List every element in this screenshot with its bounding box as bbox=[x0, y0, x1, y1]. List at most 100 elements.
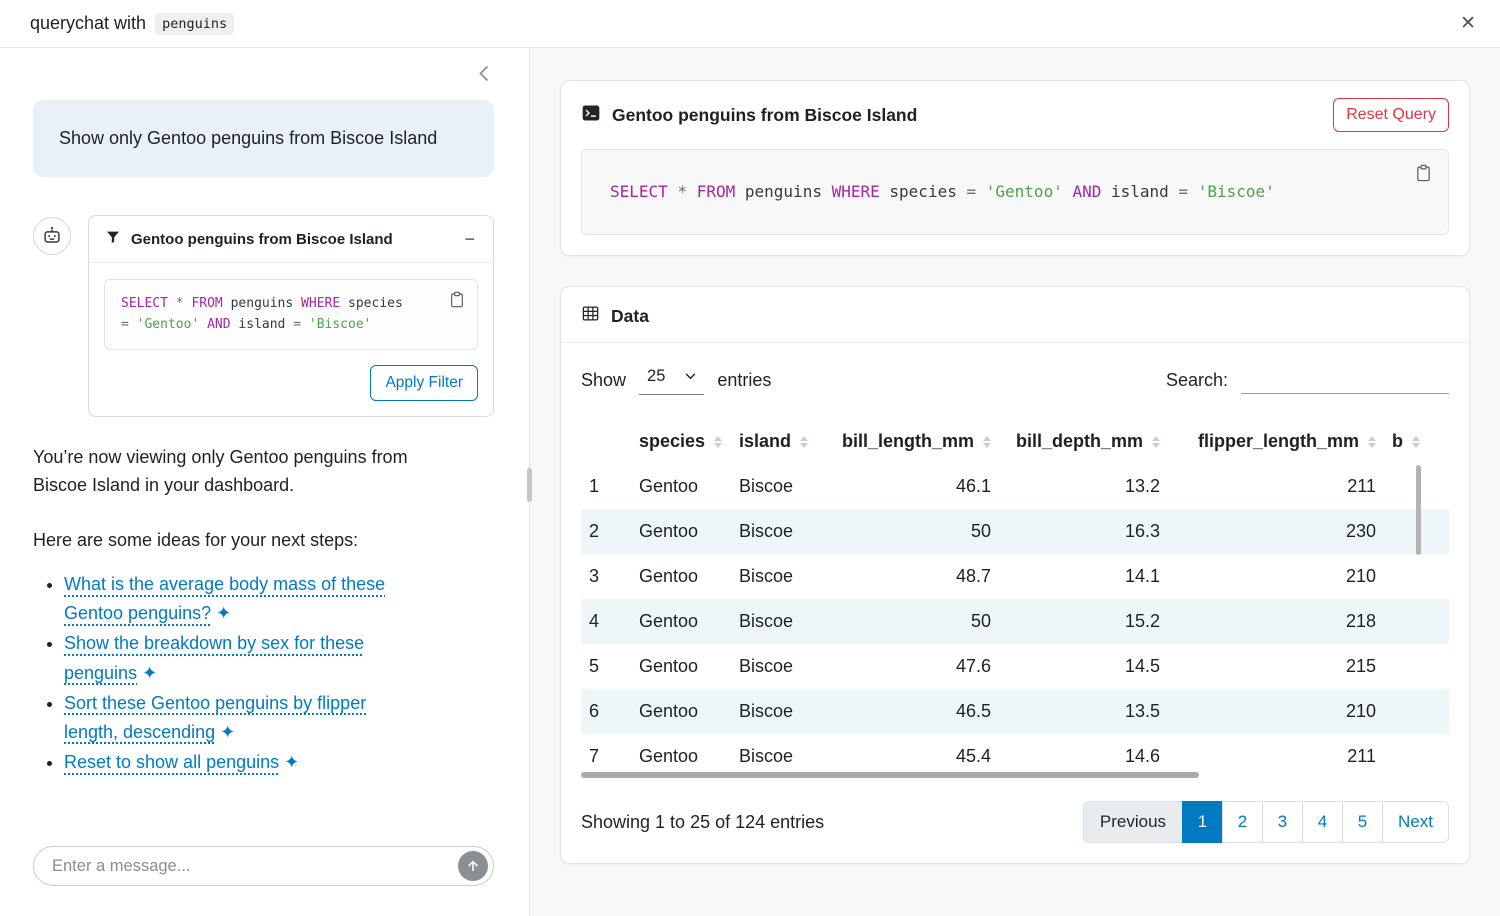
table-row[interactable]: 4GentooBiscoe5015.2218 bbox=[581, 599, 1449, 644]
pagination-next[interactable]: Next bbox=[1382, 801, 1449, 843]
reset-query-button[interactable]: Reset Query bbox=[1333, 98, 1449, 132]
table-cell: 4 bbox=[581, 599, 631, 644]
column-header-flipper_length_mm[interactable]: flipper_length_mm bbox=[1168, 419, 1384, 464]
show-label: Show bbox=[581, 370, 626, 391]
page-length-select[interactable]: 25 bbox=[639, 365, 704, 395]
table-cell: 210 bbox=[1168, 689, 1384, 734]
send-button[interactable] bbox=[458, 851, 488, 881]
filter-icon bbox=[105, 229, 121, 250]
table-row[interactable]: 1GentooBiscoe46.113.2211 bbox=[581, 464, 1449, 509]
filter-sql-block: SELECT * FROM penguins WHERE species = '… bbox=[104, 279, 478, 351]
column-header-species[interactable]: species bbox=[631, 419, 731, 464]
suggestion-link[interactable]: Reset to show all penguins bbox=[64, 752, 279, 772]
column-header-bill_length_mm[interactable]: bill_length_mm bbox=[827, 419, 999, 464]
table-row[interactable]: 3GentooBiscoe48.714.1210 bbox=[581, 554, 1449, 599]
table-cell: Biscoe bbox=[731, 554, 827, 599]
table-cell: Biscoe bbox=[731, 644, 827, 689]
table-cell: 6 bbox=[581, 689, 631, 734]
sparkle-icon: ✦ bbox=[211, 603, 231, 623]
column-header-island[interactable]: island bbox=[731, 419, 827, 464]
table-cell: 215 bbox=[1168, 644, 1384, 689]
sort-icon bbox=[1412, 436, 1420, 448]
dashboard-main: Gentoo penguins from Biscoe Island Reset… bbox=[530, 48, 1500, 916]
query-card-header: Gentoo penguins from Biscoe Island Reset… bbox=[581, 98, 1449, 132]
table-cell: Gentoo bbox=[631, 599, 731, 644]
horizontal-scrollbar[interactable] bbox=[581, 772, 1199, 778]
suggestion-item: Sort these Gentoo penguins by flipper le… bbox=[64, 689, 416, 747]
table-cell: Biscoe bbox=[731, 689, 827, 734]
table-header-row: speciesislandbill_length_mmbill_depth_mm… bbox=[581, 419, 1449, 464]
chevron-left-icon bbox=[479, 66, 488, 81]
sort-icon bbox=[800, 436, 808, 448]
apply-filter-button[interactable]: Apply Filter bbox=[370, 365, 478, 401]
table-cell: 13.2 bbox=[999, 464, 1168, 509]
pagination-page-5[interactable]: 5 bbox=[1342, 801, 1383, 843]
pagination: Previous12345Next bbox=[1083, 801, 1449, 843]
column-header-b[interactable]: b bbox=[1384, 419, 1449, 464]
table-cell: Biscoe bbox=[731, 599, 827, 644]
suggestion-link[interactable]: Show the breakdown by sex for these peng… bbox=[64, 633, 364, 682]
table-info: Showing 1 to 25 of 124 entries bbox=[581, 812, 824, 833]
table-cell bbox=[1384, 599, 1449, 644]
table-cell: 46.5 bbox=[827, 689, 999, 734]
sort-icon bbox=[983, 436, 991, 448]
vertical-scrollbar[interactable] bbox=[1416, 465, 1421, 555]
table-cell bbox=[1384, 689, 1449, 734]
close-button[interactable]: ✕ bbox=[1460, 14, 1476, 33]
app-title-text: querychat with bbox=[30, 13, 146, 34]
sort-icon bbox=[1368, 436, 1376, 448]
table-cell: 13.5 bbox=[999, 689, 1168, 734]
data-table-viewport: speciesislandbill_length_mmbill_depth_mm… bbox=[581, 419, 1449, 781]
copy-icon[interactable] bbox=[1413, 162, 1434, 189]
table-row[interactable]: 6GentooBiscoe46.513.5210 bbox=[581, 689, 1449, 734]
chevron-down-icon bbox=[685, 373, 696, 380]
table-cell: 230 bbox=[1168, 509, 1384, 554]
page-length-control: Show 25 entries bbox=[581, 365, 771, 395]
table-row[interactable]: 5GentooBiscoe47.614.5215 bbox=[581, 644, 1449, 689]
table-cell: 2 bbox=[581, 509, 631, 554]
column-header-bill_depth_mm[interactable]: bill_depth_mm bbox=[999, 419, 1168, 464]
table-cell: 218 bbox=[1168, 599, 1384, 644]
collapse-card-button[interactable]: − bbox=[460, 230, 479, 248]
sidebar-collapse-button[interactable] bbox=[473, 60, 494, 90]
table-cell bbox=[1384, 734, 1449, 779]
query-card: Gentoo penguins from Biscoe Island Reset… bbox=[560, 80, 1470, 256]
sidebar-resize-handle[interactable] bbox=[527, 468, 532, 502]
terminal-icon bbox=[581, 103, 601, 128]
column-header-row-index bbox=[581, 419, 631, 464]
table-cell: 14.1 bbox=[999, 554, 1168, 599]
sort-icon bbox=[714, 436, 722, 448]
table-cell: Gentoo bbox=[631, 644, 731, 689]
table-cell: 211 bbox=[1168, 464, 1384, 509]
search-control: Search: bbox=[1166, 366, 1449, 394]
table-cell: Biscoe bbox=[731, 509, 827, 554]
filter-card-body: SELECT * FROM penguins WHERE species = '… bbox=[89, 263, 493, 417]
bot-avatar bbox=[33, 217, 71, 255]
copy-icon[interactable] bbox=[447, 289, 467, 315]
chat-input-container bbox=[33, 846, 494, 886]
suggestion-list: What is the average body mass of these G… bbox=[33, 570, 494, 777]
table-cell: 50 bbox=[827, 509, 999, 554]
query-sql-block: SELECT * FROM penguins WHERE species = '… bbox=[581, 149, 1449, 235]
pagination-previous[interactable]: Previous bbox=[1083, 801, 1183, 843]
pagination-page-3[interactable]: 3 bbox=[1262, 801, 1303, 843]
chat-sidebar: Show only Gentoo penguins from Biscoe Is… bbox=[0, 48, 530, 916]
table-icon bbox=[581, 304, 600, 328]
query-title-wrap: Gentoo penguins from Biscoe Island bbox=[581, 103, 917, 128]
table-cell: Gentoo bbox=[631, 509, 731, 554]
data-table: speciesislandbill_length_mmbill_depth_mm… bbox=[581, 419, 1449, 779]
table-row[interactable]: 2GentooBiscoe5016.3230 bbox=[581, 509, 1449, 554]
table-cell: 47.6 bbox=[827, 644, 999, 689]
filter-suggestion-card: Gentoo penguins from Biscoe Island − SEL… bbox=[88, 215, 494, 418]
pagination-page-2[interactable]: 2 bbox=[1222, 801, 1263, 843]
app-title: querychat with penguins bbox=[30, 13, 234, 35]
assistant-turn: Gentoo penguins from Biscoe Island − SEL… bbox=[33, 215, 494, 418]
filter-card-header: Gentoo penguins from Biscoe Island − bbox=[89, 216, 493, 263]
message-input[interactable] bbox=[52, 857, 458, 876]
search-input[interactable] bbox=[1241, 366, 1449, 394]
table-cell: 14.5 bbox=[999, 644, 1168, 689]
sidebar-collapse-row bbox=[33, 60, 494, 90]
arrow-up-icon bbox=[466, 859, 480, 873]
pagination-page-1[interactable]: 1 bbox=[1182, 801, 1223, 843]
pagination-page-4[interactable]: 4 bbox=[1302, 801, 1343, 843]
